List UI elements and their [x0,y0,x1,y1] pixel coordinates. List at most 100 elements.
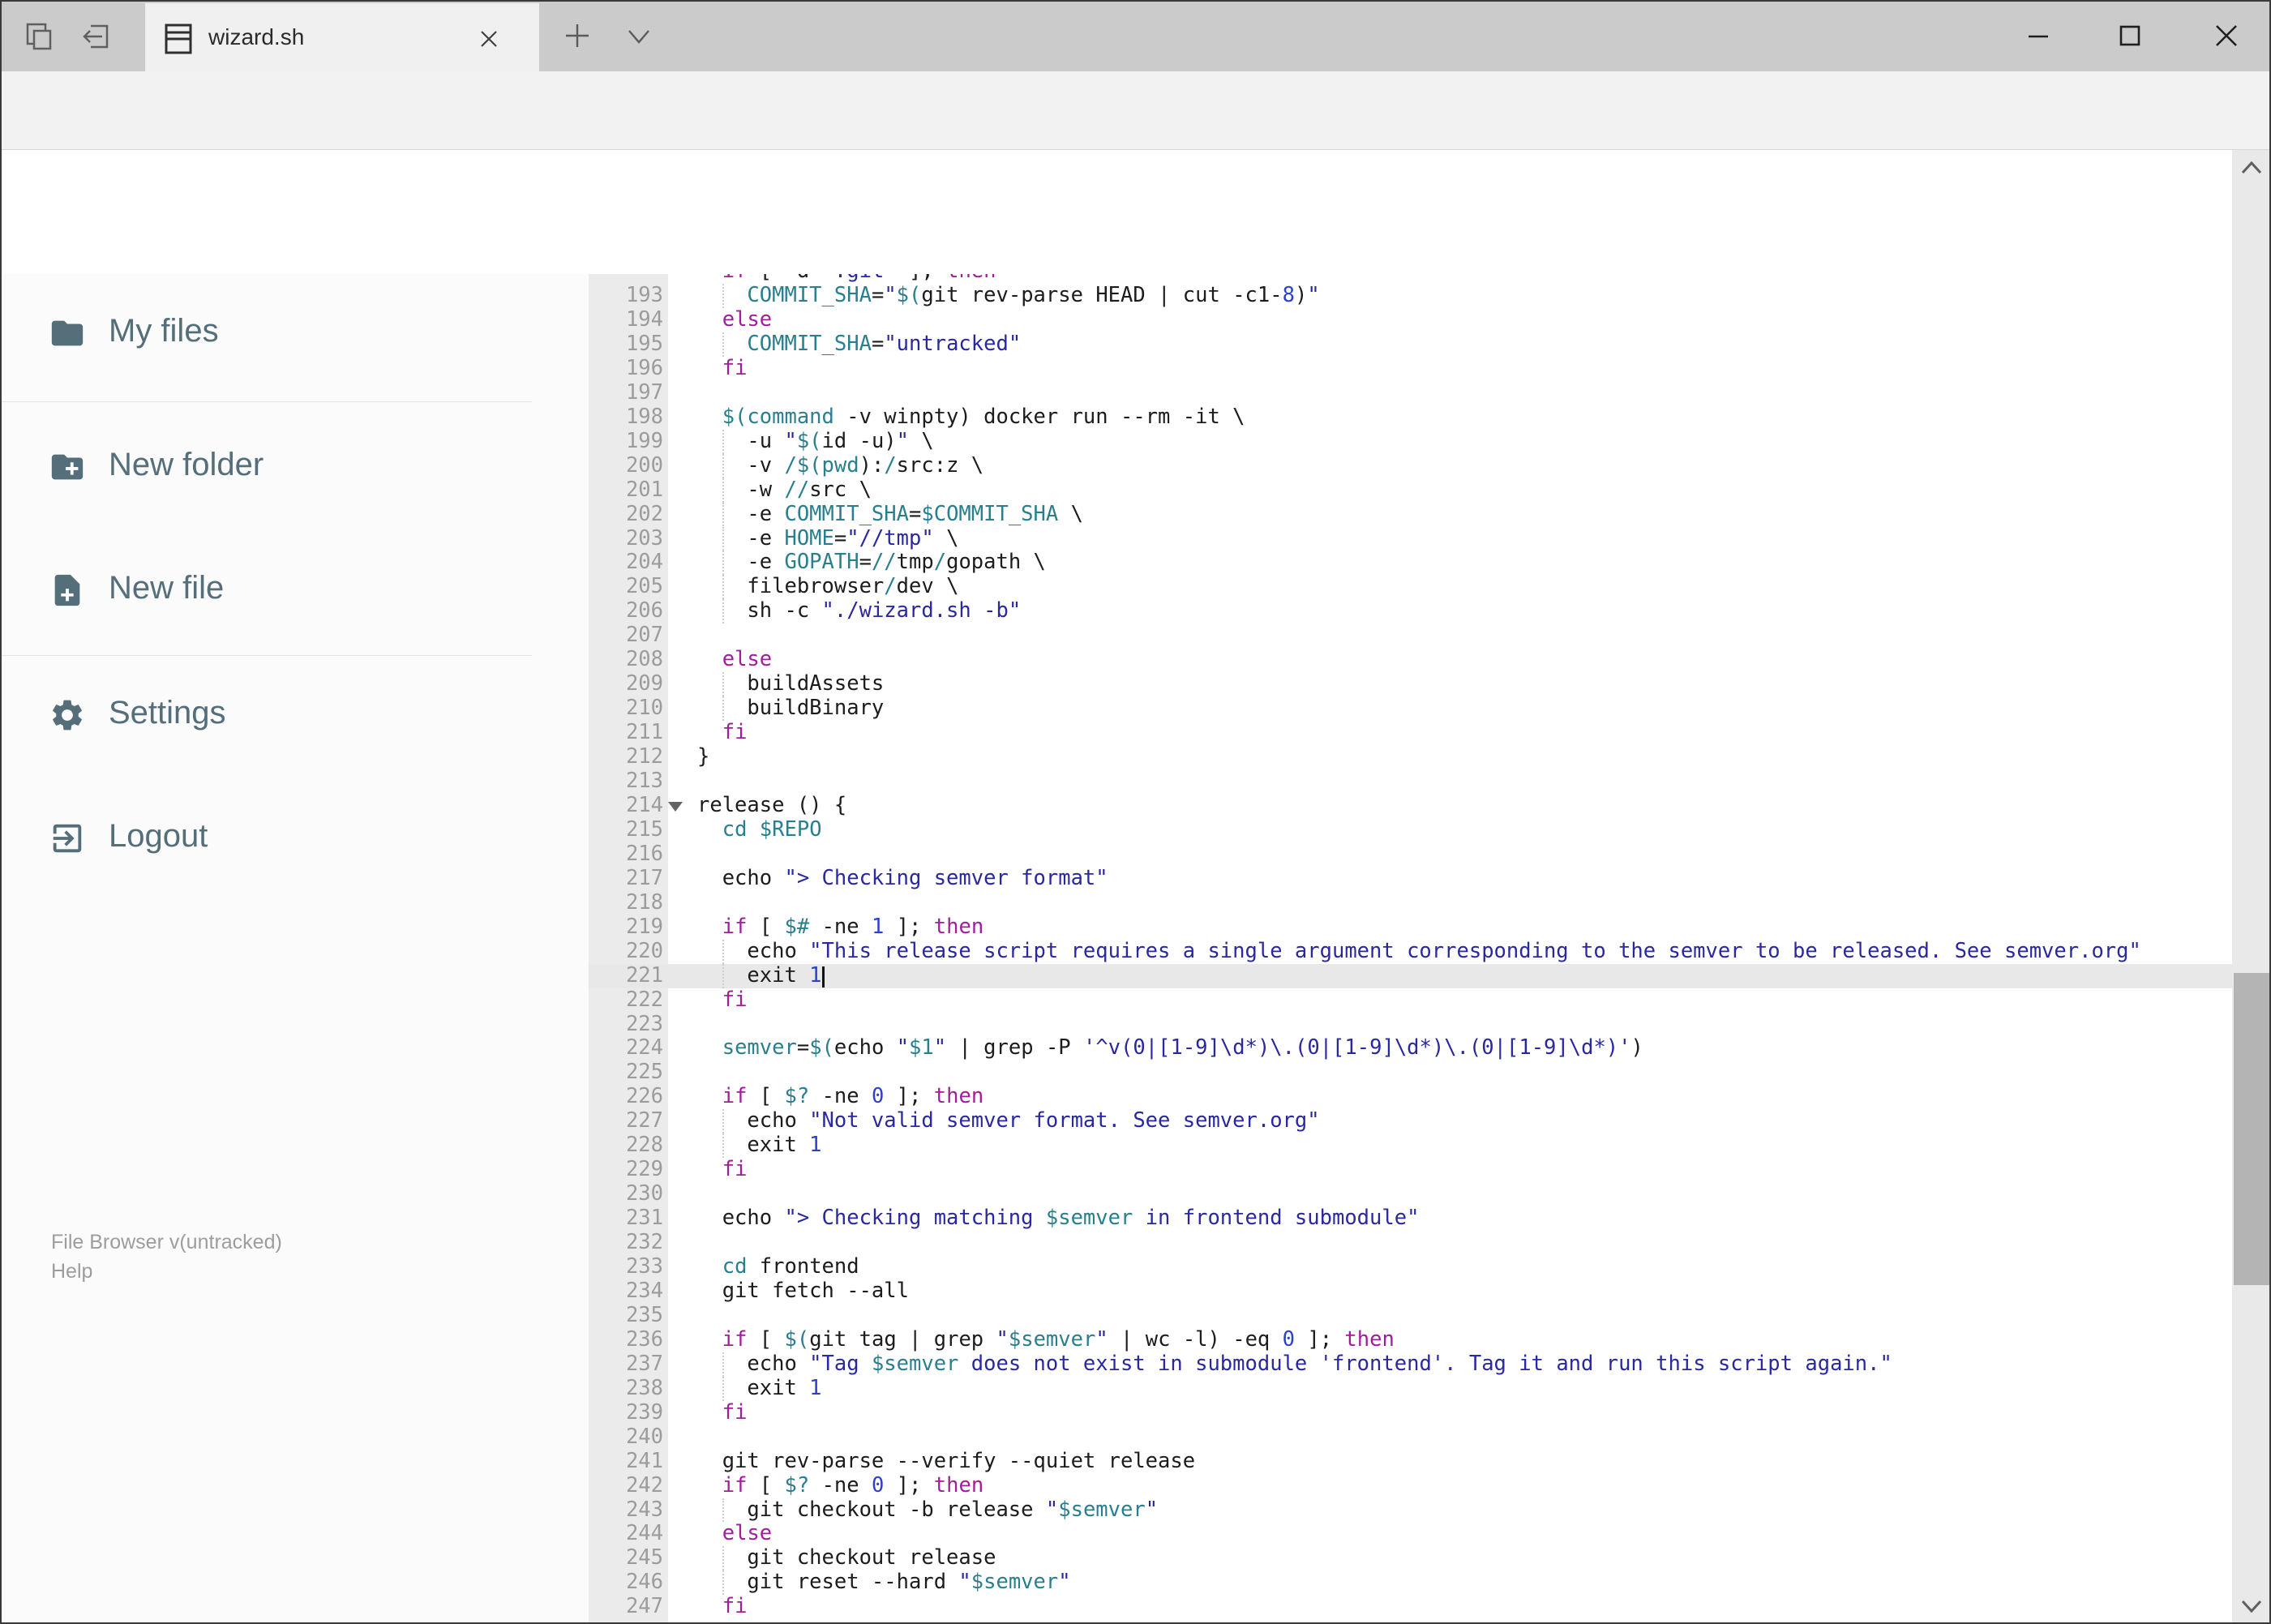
tabs-set-aside-preview-icon[interactable] [21,18,57,54]
code-line-225[interactable]: 225 [589,1060,2232,1085]
code-text: $(command -v winpty) docker run --rm -it… [722,404,1245,429]
code-line-212[interactable]: 212} [589,744,2232,769]
code-text: git rev-parse --verify --quiet release [697,1448,1196,1473]
code-line-235[interactable]: 235 [589,1303,2232,1328]
code-text: buildBinary [697,696,885,721]
code-line-222[interactable]: 222 fi [589,988,2232,1013]
code-line-197[interactable]: 197 [589,380,2232,405]
maximize-icon[interactable] [2114,19,2146,52]
code-line-232[interactable]: 232 [589,1230,2232,1255]
code-line-247[interactable]: 247 fi [589,1594,2232,1619]
line-number: 204 [625,550,663,575]
code-line-228[interactable]: 228 exit 1 [589,1133,2232,1159]
code-line-243[interactable]: 243 git checkout -b release "$semver" [589,1498,2232,1523]
code-line-233[interactable]: 233 cd frontend [589,1254,2232,1279]
code-text: fi [722,987,748,1012]
code-line-210[interactable]: 210 buildBinary [589,696,2232,722]
code-line-196[interactable]: 196 fi [589,355,2232,381]
code-line-231[interactable]: 231 echo "> Checking matching $semver in… [589,1206,2232,1231]
line-number: 227 [625,1108,663,1133]
page-scrollbar[interactable] [2232,150,2271,1624]
code-text: filebrowser/dev \ [697,574,959,599]
line-number: 231 [625,1206,663,1231]
code-line-242[interactable]: 242 if [ $? -ne 0 ]; then [589,1473,2232,1498]
code-line-244[interactable]: 244 else [589,1521,2232,1546]
code-text: -e GOPATH=//tmp/gopath \ [697,550,1046,575]
code-line-194[interactable]: 194 else [589,306,2232,332]
fold-marker-icon[interactable] [668,801,683,812]
code-line-246[interactable]: 246 git reset --hard "$semver" [589,1570,2232,1596]
scroll-down-icon[interactable] [2240,1598,2263,1614]
minimize-icon[interactable] [2022,19,2055,52]
code-line-215[interactable]: 215 cd $REPO [589,817,2232,842]
code-editor[interactable]: if [ -d ".git" ]; then193 COMMIT_SHA="$(… [589,274,2232,1624]
browser-tab[interactable]: wizard.sh [145,3,539,71]
code-line-195[interactable]: 195 COMMIT_SHA="untracked" [589,332,2232,357]
code-line-202[interactable]: 202 -e COMMIT_SHA=$COMMIT_SHA \ [589,502,2232,527]
code-line-200[interactable]: 200 -v /$(pwd):/src:z \ [589,453,2232,478]
code-line-240[interactable]: 240 [589,1425,2232,1450]
code-line-209[interactable]: 209 buildAssets [589,671,2232,697]
close-icon[interactable] [476,26,502,52]
code-text: fi [722,355,748,380]
code-line-220[interactable]: 220 echo "This release script requires a… [589,939,2232,964]
code-line-198[interactable]: 198 $(command -v winpty) docker run --rm… [589,405,2232,430]
line-number: 198 [625,404,663,429]
chevron-down-icon[interactable] [626,26,652,47]
code-line-224[interactable]: 224 semver=$(echo "$1" | grep -P '^v(0|[… [589,1035,2232,1061]
code-line-214[interactable]: 214 release () { [589,793,2232,818]
code-text: fi [722,720,748,745]
sidebar-item-my-files[interactable]: My files [0,297,568,368]
code-line-234[interactable]: 234 git fetch --all [589,1279,2232,1304]
code-text: semver=$(echo "$1" | grep -P '^v(0|[1-9]… [722,1035,1643,1061]
code-line-205[interactable]: 205 filebrowser/dev \ [589,574,2232,600]
code-text: cd frontend [722,1254,859,1279]
sidebar-item-settings[interactable]: Settings [0,679,568,750]
code-line-227[interactable]: 227 echo "Not valid semver format. See s… [589,1108,2232,1134]
scroll-up-icon[interactable] [2240,160,2263,176]
code-line-236[interactable]: 236 if [ $(git tag | grep "$semver" | wc… [589,1327,2232,1352]
code-line-245[interactable]: 245 git checkout release [589,1545,2232,1571]
code-line-203[interactable]: 203 -e HOME="//tmp" \ [589,526,2232,551]
close-icon[interactable] [2210,19,2243,52]
line-number: 207 [625,623,663,648]
help-link[interactable]: Help [51,1260,92,1283]
code-line-216[interactable]: 216 [589,842,2232,867]
code-line-223[interactable]: 223 [589,1012,2232,1037]
code-line-204[interactable]: 204 -e GOPATH=//tmp/gopath \ [589,550,2232,576]
plus-icon[interactable] [563,21,592,50]
code-line-218[interactable]: 218 [589,889,2232,915]
code-text: git checkout -b release "$semver" [697,1497,1159,1522]
code-line-217[interactable]: 217 echo "> Checking semver format" [589,865,2232,891]
code-line-213[interactable]: 213 [589,769,2232,794]
code-line-207[interactable]: 207 [589,623,2232,648]
scrollbar-thumb[interactable] [2234,973,2269,1285]
sidebar-item-new-folder[interactable]: New folder [0,431,568,502]
code-line-239[interactable]: 239 fi [589,1400,2232,1425]
code-line-241[interactable]: 241 git rev-parse --verify --quiet relea… [589,1448,2232,1474]
code-line-237[interactable]: 237 echo "Tag $semver does not exist in … [589,1352,2232,1377]
code-text: sh -c "./wizard.sh -b" [697,598,1022,623]
code-text: echo "> Checking semver format" [697,865,1108,890]
code-line-201[interactable]: 201 -w //src \ [589,478,2232,503]
code-line-199[interactable]: 199 -u "$(id -u)" \ [589,429,2232,454]
code-line-221[interactable]: 221 exit 1 [589,963,2232,988]
code-line-211[interactable]: 211 fi [589,720,2232,745]
line-number: 218 [625,889,663,915]
code-line-238[interactable]: 238 exit 1 [589,1376,2232,1401]
code-line-219[interactable]: 219 if [ $# -ne 1 ]; then [589,915,2232,940]
sidebar-item-new-file[interactable]: New file [0,554,568,625]
code-text: COMMIT_SHA="untracked" [747,331,1022,356]
code-line-193[interactable]: 193 COMMIT_SHA="$(git rev-parse HEAD | c… [589,283,2232,308]
set-tabs-aside-icon[interactable] [78,18,114,54]
code-line-206[interactable]: 206 sh -c "./wizard.sh -b" [589,598,2232,624]
code-line-208[interactable]: 208 else [589,647,2232,672]
code-text: else [722,306,773,332]
code-line-226[interactable]: 226 if [ $? -ne 0 ]; then [589,1084,2232,1109]
code-text: git checkout release [697,1545,996,1570]
code-line-230[interactable]: 230 [589,1181,2232,1206]
sidebar-item-logout[interactable]: Logout [0,802,568,873]
line-number: 219 [625,914,663,939]
browser-window: wizard.sh Search... My files New folder … [0,0,2271,1624]
code-line-229[interactable]: 229 fi [589,1157,2232,1182]
